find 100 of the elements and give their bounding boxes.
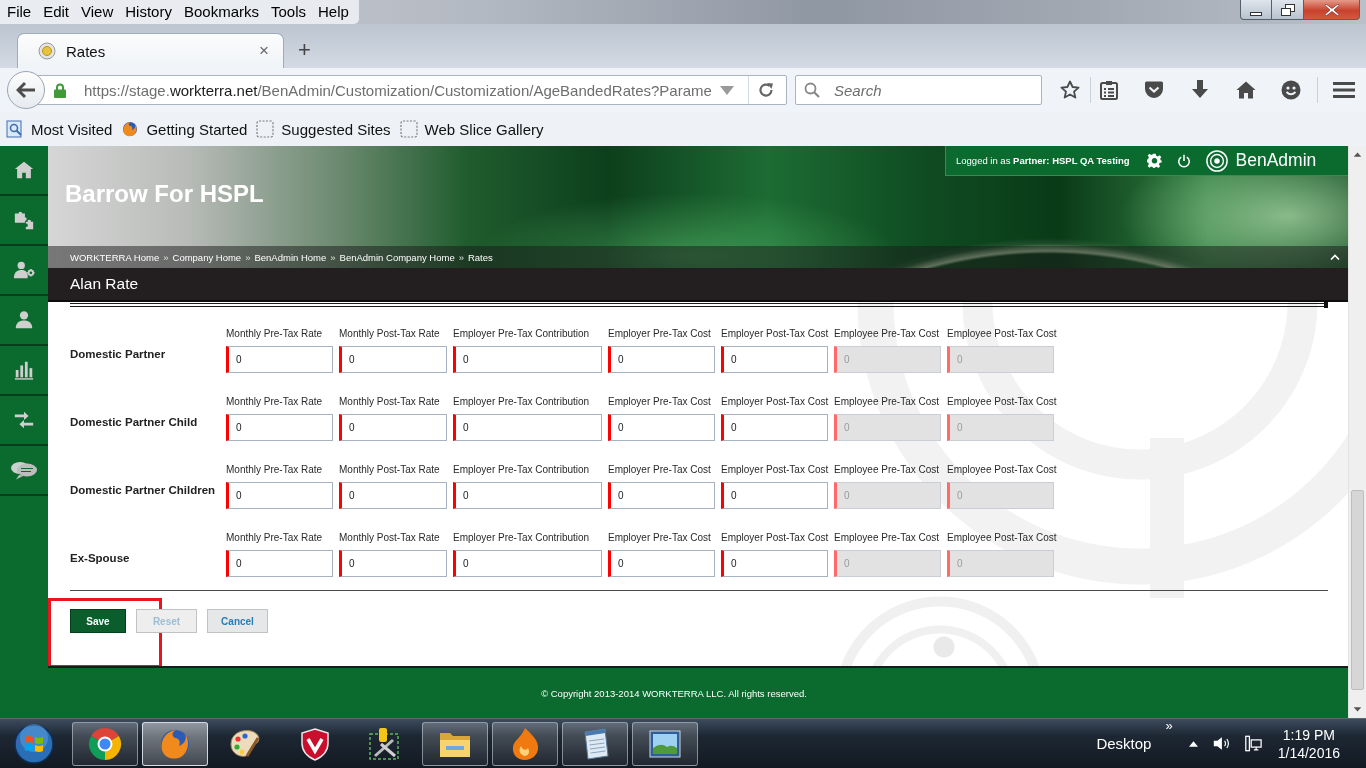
smiley-icon[interactable] bbox=[1281, 80, 1301, 100]
breadcrumb-link[interactable]: Rates bbox=[467, 251, 493, 263]
field-label: Monthly Post-Tax Rate bbox=[339, 328, 441, 340]
field-label: Monthly Post-Tax Rate bbox=[339, 396, 441, 408]
power-icon[interactable] bbox=[1176, 153, 1191, 168]
home-icon[interactable] bbox=[1236, 81, 1256, 99]
input-field: 0 bbox=[834, 482, 941, 509]
page-magnifier-icon bbox=[6, 120, 24, 138]
field-label: Employer Post-Tax Cost bbox=[721, 396, 828, 408]
menu-item[interactable]: File bbox=[1, 1, 38, 23]
clock-time[interactable]: 1:19 PM bbox=[1282, 725, 1335, 744]
browser-tab[interactable]: Rates × bbox=[17, 33, 284, 68]
reload-icon[interactable] bbox=[758, 82, 774, 98]
field-label: Employee Pre-Tax Cost bbox=[834, 532, 941, 544]
desktop-toolbar-label[interactable]: Desktop bbox=[1096, 735, 1152, 752]
star-icon[interactable] bbox=[1060, 80, 1080, 100]
menu-item[interactable]: Bookmarks bbox=[177, 1, 265, 23]
primary-button[interactable]: Save bbox=[70, 609, 126, 633]
new-tab-button[interactable]: + bbox=[294, 38, 315, 62]
input-field[interactable]: 0 bbox=[339, 414, 447, 441]
field-label: Employee Pre-Tax Cost bbox=[834, 464, 941, 476]
input-field[interactable]: 0 bbox=[453, 414, 602, 441]
speech-bubbles-icon[interactable] bbox=[10, 460, 38, 480]
secondary-button[interactable]: Cancel bbox=[207, 609, 268, 633]
minimize-button[interactable] bbox=[1240, 0, 1272, 20]
field-label: Monthly Pre-Tax Rate bbox=[226, 396, 324, 408]
input-field[interactable]: 0 bbox=[226, 414, 333, 441]
toolbar-chevron[interactable]: » bbox=[1165, 717, 1173, 733]
menu-item[interactable]: Edit bbox=[37, 1, 76, 23]
input-field: 0 bbox=[947, 346, 1054, 373]
collapse-chevron-icon[interactable] bbox=[1330, 254, 1340, 260]
home-icon[interactable] bbox=[13, 159, 35, 181]
taskbar-app-button[interactable] bbox=[142, 721, 208, 766]
bookmark-item[interactable]: Most Visited bbox=[6, 120, 113, 138]
restore-button[interactable] bbox=[1272, 0, 1304, 20]
input-field[interactable]: 0 bbox=[608, 346, 715, 373]
input-field[interactable]: 0 bbox=[453, 346, 602, 373]
input-field[interactable]: 0 bbox=[226, 346, 333, 373]
input-field[interactable]: 0 bbox=[721, 346, 828, 373]
input-field[interactable]: 0 bbox=[339, 550, 447, 577]
input-field[interactable]: 0 bbox=[608, 482, 715, 509]
input-field[interactable]: 0 bbox=[721, 550, 828, 577]
input-field[interactable]: 0 bbox=[721, 414, 828, 441]
breadcrumb-link[interactable]: BenAdmin Company Home bbox=[339, 251, 455, 263]
input-field[interactable]: 0 bbox=[226, 482, 333, 509]
back-button[interactable] bbox=[7, 71, 45, 109]
pocket-icon[interactable] bbox=[1144, 81, 1164, 99]
input-field[interactable]: 0 bbox=[608, 550, 715, 577]
input-field[interactable]: 0 bbox=[453, 482, 602, 509]
menu-item[interactable]: Tools bbox=[265, 1, 312, 23]
bar-chart-icon[interactable] bbox=[13, 359, 35, 381]
taskbar-app-button[interactable] bbox=[422, 721, 488, 766]
close-tab-button[interactable]: × bbox=[257, 42, 271, 60]
input-field[interactable]: 0 bbox=[721, 482, 828, 509]
ring-logo-icon bbox=[1205, 149, 1228, 172]
dashed-square-icon bbox=[256, 120, 275, 138]
breadcrumb-link[interactable]: WORKTERRA Home bbox=[70, 251, 160, 263]
breadcrumb-separator: » bbox=[330, 251, 336, 263]
dropdown-caret-icon[interactable] bbox=[720, 85, 734, 95]
network-monitor-icon[interactable] bbox=[1243, 735, 1262, 752]
clock-date[interactable]: 1/14/2016 bbox=[1277, 743, 1340, 762]
speaker-icon[interactable] bbox=[1211, 735, 1230, 752]
taskbar-app-button[interactable] bbox=[632, 721, 698, 766]
search-field[interactable]: Search bbox=[795, 75, 1042, 105]
bookmark-item[interactable]: Suggested Sites bbox=[256, 120, 391, 138]
close-button[interactable] bbox=[1304, 0, 1360, 20]
page-title: Alan Rate bbox=[70, 275, 139, 293]
input-field[interactable]: 0 bbox=[339, 482, 447, 509]
taskbar-app-button[interactable] bbox=[492, 721, 558, 766]
taskbar-app-button[interactable] bbox=[562, 721, 628, 766]
puzzle-icon[interactable] bbox=[13, 209, 35, 231]
taskbar-app-button[interactable] bbox=[72, 721, 138, 766]
input-field[interactable]: 0 bbox=[453, 550, 602, 577]
settings-icon[interactable] bbox=[1146, 153, 1162, 168]
download-arrow-icon[interactable] bbox=[1191, 80, 1209, 100]
start-button[interactable] bbox=[12, 721, 56, 766]
field-label: Employee Pre-Tax Cost bbox=[834, 328, 941, 340]
scrollbar-thumb[interactable] bbox=[1351, 490, 1364, 690]
field-label: Monthly Post-Tax Rate bbox=[339, 532, 441, 544]
address-field[interactable]: https://stage.workterra.net/BenAdmin/Customization/Customization/AgeBandedRates?Parame bbox=[36, 75, 787, 105]
menu-item[interactable]: History bbox=[119, 1, 178, 23]
clipboard-list-icon[interactable] bbox=[1100, 80, 1118, 100]
field-label: Employee Pre-Tax Cost bbox=[834, 396, 941, 408]
input-field[interactable]: 0 bbox=[226, 550, 333, 577]
login-status: Logged in as Partner: HSPL QA Testing bbox=[956, 155, 1130, 166]
breadcrumb-link[interactable]: Company Home bbox=[172, 251, 242, 263]
bookmark-item[interactable]: Getting Started bbox=[121, 120, 248, 138]
menu-item[interactable]: Help bbox=[312, 1, 355, 23]
menu-item[interactable]: View bbox=[75, 1, 120, 23]
input-field: 0 bbox=[834, 550, 941, 577]
swap-arrows-icon[interactable] bbox=[13, 409, 35, 431]
field-label: Monthly Post-Tax Rate bbox=[339, 464, 441, 476]
person-gear-icon[interactable] bbox=[13, 259, 35, 281]
bookmark-item[interactable]: Web Slice Gallery bbox=[399, 120, 544, 138]
person-icon[interactable] bbox=[13, 309, 35, 331]
breadcrumb-link[interactable]: BenAdmin Home bbox=[254, 251, 327, 263]
show-hidden-icons-icon[interactable] bbox=[1188, 740, 1198, 747]
menu-icon[interactable] bbox=[1333, 81, 1355, 99]
input-field[interactable]: 0 bbox=[608, 414, 715, 441]
input-field[interactable]: 0 bbox=[339, 346, 447, 373]
